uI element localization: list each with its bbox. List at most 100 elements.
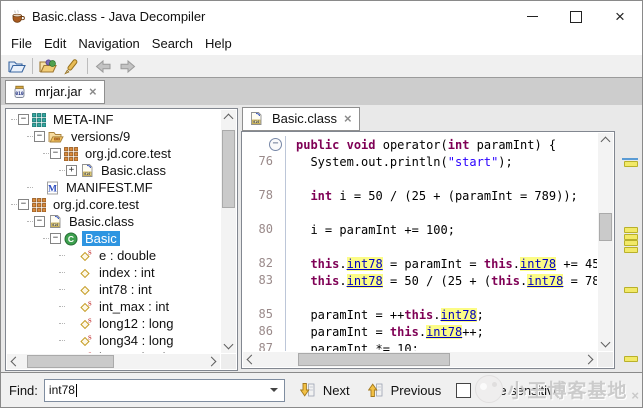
search-result-marker[interactable]	[624, 287, 638, 293]
tree-item[interactable]: −CBasic	[7, 230, 220, 247]
scroll-down-icon[interactable]	[221, 339, 236, 353]
tree-item[interactable]: Slong34 : long	[7, 332, 220, 349]
case-sensitive-label: Case sensitive	[476, 383, 561, 398]
tree-item[interactable]: Slong12 : long	[7, 315, 220, 332]
code-vertical-scrollbar[interactable]	[598, 133, 613, 351]
scrollbar-corner	[221, 354, 236, 369]
menu-search[interactable]: Search	[146, 34, 199, 53]
code-gutter: 82	[243, 255, 286, 272]
forward-button[interactable]	[115, 56, 139, 76]
scroll-right-icon[interactable]	[583, 352, 597, 367]
minimize-button[interactable]	[510, 1, 554, 32]
tree-item[interactable]: −org.jd.core.test	[7, 145, 220, 162]
open-file-icon	[7, 58, 27, 75]
find-next-button[interactable]: Next	[297, 380, 353, 400]
tree-item[interactable]: index : int	[7, 264, 220, 281]
scroll-left-icon[interactable]	[243, 352, 257, 367]
tree-item[interactable]: +010Basic.class	[7, 162, 220, 179]
tree-hscroll-thumb[interactable]	[27, 355, 114, 368]
tree-item[interactable]: − org.jd.core.test	[7, 196, 220, 213]
search-result-marker[interactable]	[624, 227, 638, 233]
field-link-highlighted[interactable]: int78	[426, 325, 462, 339]
code-line[interactable]: 85 paramInt = ++this.int78;	[243, 306, 597, 323]
menu-edit[interactable]: Edit	[38, 34, 72, 53]
tree-item[interactable]: int78 : int	[7, 281, 220, 298]
case-sensitive-checkbox[interactable]	[456, 383, 471, 398]
back-button[interactable]	[91, 56, 115, 76]
code-tab-close-icon[interactable]: ×	[344, 114, 352, 124]
code-line[interactable]: 76 System.out.println("start");	[243, 153, 597, 170]
jar-tab-close-icon[interactable]: ×	[89, 87, 97, 97]
code-line[interactable]: 82 this.int78 = paramInt = this.int78 +=…	[243, 255, 597, 272]
field-link-highlighted[interactable]: int78	[527, 274, 563, 288]
tree-item[interactable]: Se : double	[7, 247, 220, 264]
search-button[interactable]	[60, 56, 84, 76]
open-type-button[interactable]	[36, 56, 60, 76]
keyword: this	[390, 325, 419, 339]
close-button[interactable]: ×	[598, 1, 642, 32]
field-link-highlighted[interactable]: int78	[347, 257, 383, 271]
keyword: int	[310, 189, 332, 203]
tree-item[interactable]: −010Basic.class	[7, 213, 220, 230]
tree-connector	[59, 340, 65, 341]
code-line[interactable]	[243, 289, 597, 306]
scroll-right-icon[interactable]	[206, 354, 220, 369]
tree-item-label: org.jd.core.test	[50, 197, 142, 212]
tree-vscroll-thumb[interactable]	[222, 130, 235, 208]
code-horizontal-scrollbar[interactable]	[243, 352, 597, 367]
code-hscroll-thumb[interactable]	[298, 353, 450, 366]
tree-horizontal-scrollbar[interactable]	[7, 354, 220, 369]
tree-minus-expander-icon[interactable]: −	[34, 131, 45, 142]
tree-minus-expander-icon[interactable]: −	[50, 233, 61, 244]
code-line[interactable]: 87 paramInt *= 10;	[243, 340, 597, 351]
tree-minus-expander-icon[interactable]: −	[18, 199, 29, 210]
scroll-up-icon[interactable]	[221, 110, 236, 124]
field-link-highlighted[interactable]: int78	[441, 308, 477, 322]
field-link-highlighted[interactable]: int78	[347, 274, 383, 288]
find-dropdown-arrow-icon[interactable]	[270, 388, 278, 392]
tab-mrjar-jar[interactable]: 010 mrjar.jar ×	[5, 80, 105, 104]
search-result-marker[interactable]	[624, 356, 638, 362]
find-previous-button[interactable]: Previous	[365, 380, 445, 400]
code-line[interactable]: 83 this.int78 = 50 / (25 + (this.int78 =…	[243, 272, 597, 289]
find-input[interactable]: int78	[44, 379, 285, 402]
tree-item[interactable]: −META-INF	[7, 111, 220, 128]
tree-item[interactable]: Sint_max : int	[7, 298, 220, 315]
menu-help[interactable]: Help	[199, 34, 238, 53]
open-file-button[interactable]	[5, 56, 29, 76]
tree-item[interactable]: −versions/9	[7, 128, 220, 145]
menu-navigation[interactable]: Navigation	[72, 34, 145, 53]
tree-item-label: index : int	[96, 265, 158, 280]
tree-item[interactable]: Slong_min : long	[7, 349, 220, 353]
tree-vertical-scrollbar[interactable]	[221, 110, 236, 353]
tab-basic-class[interactable]: 010 Basic.class ×	[242, 107, 360, 131]
scroll-down-icon[interactable]	[598, 337, 613, 351]
line-number: 78	[259, 188, 273, 202]
maximize-button[interactable]	[554, 1, 598, 32]
search-result-marker[interactable]	[624, 247, 638, 253]
code-line[interactable]	[243, 170, 597, 187]
fold-collapse-icon[interactable]: −	[269, 138, 282, 151]
code-line[interactable]: 78 int i = 50 / (25 + (paramInt = 789));	[243, 187, 597, 204]
scroll-left-icon[interactable]	[7, 354, 21, 369]
code-line[interactable]	[243, 238, 597, 255]
scroll-up-icon[interactable]	[598, 133, 613, 147]
tree-minus-expander-icon[interactable]: −	[18, 114, 29, 125]
tree-item[interactable]: MMANIFEST.MF	[7, 179, 220, 196]
keyword: int	[448, 138, 470, 152]
field-link-highlighted[interactable]: int78	[520, 257, 556, 271]
code-line[interactable]: 80 i = paramInt += 100;	[243, 221, 597, 238]
code-line[interactable]: 86 paramInt = this.int78++;	[243, 323, 597, 340]
search-result-marker[interactable]	[624, 240, 638, 246]
menu-file[interactable]: File	[5, 34, 38, 53]
tree-minus-expander-icon[interactable]: −	[50, 148, 61, 159]
code-vscroll-thumb[interactable]	[599, 213, 612, 241]
search-result-marker[interactable]	[624, 161, 638, 167]
tree-plus-expander-icon[interactable]: +	[66, 165, 77, 176]
tree-connector	[59, 255, 65, 256]
previous-arrow-icon	[368, 382, 383, 398]
tree-minus-expander-icon[interactable]: −	[34, 216, 45, 227]
search-result-marker[interactable]	[624, 234, 638, 240]
code-line[interactable]: −public void operator(int paramInt) {	[243, 136, 597, 153]
code-line[interactable]	[243, 204, 597, 221]
